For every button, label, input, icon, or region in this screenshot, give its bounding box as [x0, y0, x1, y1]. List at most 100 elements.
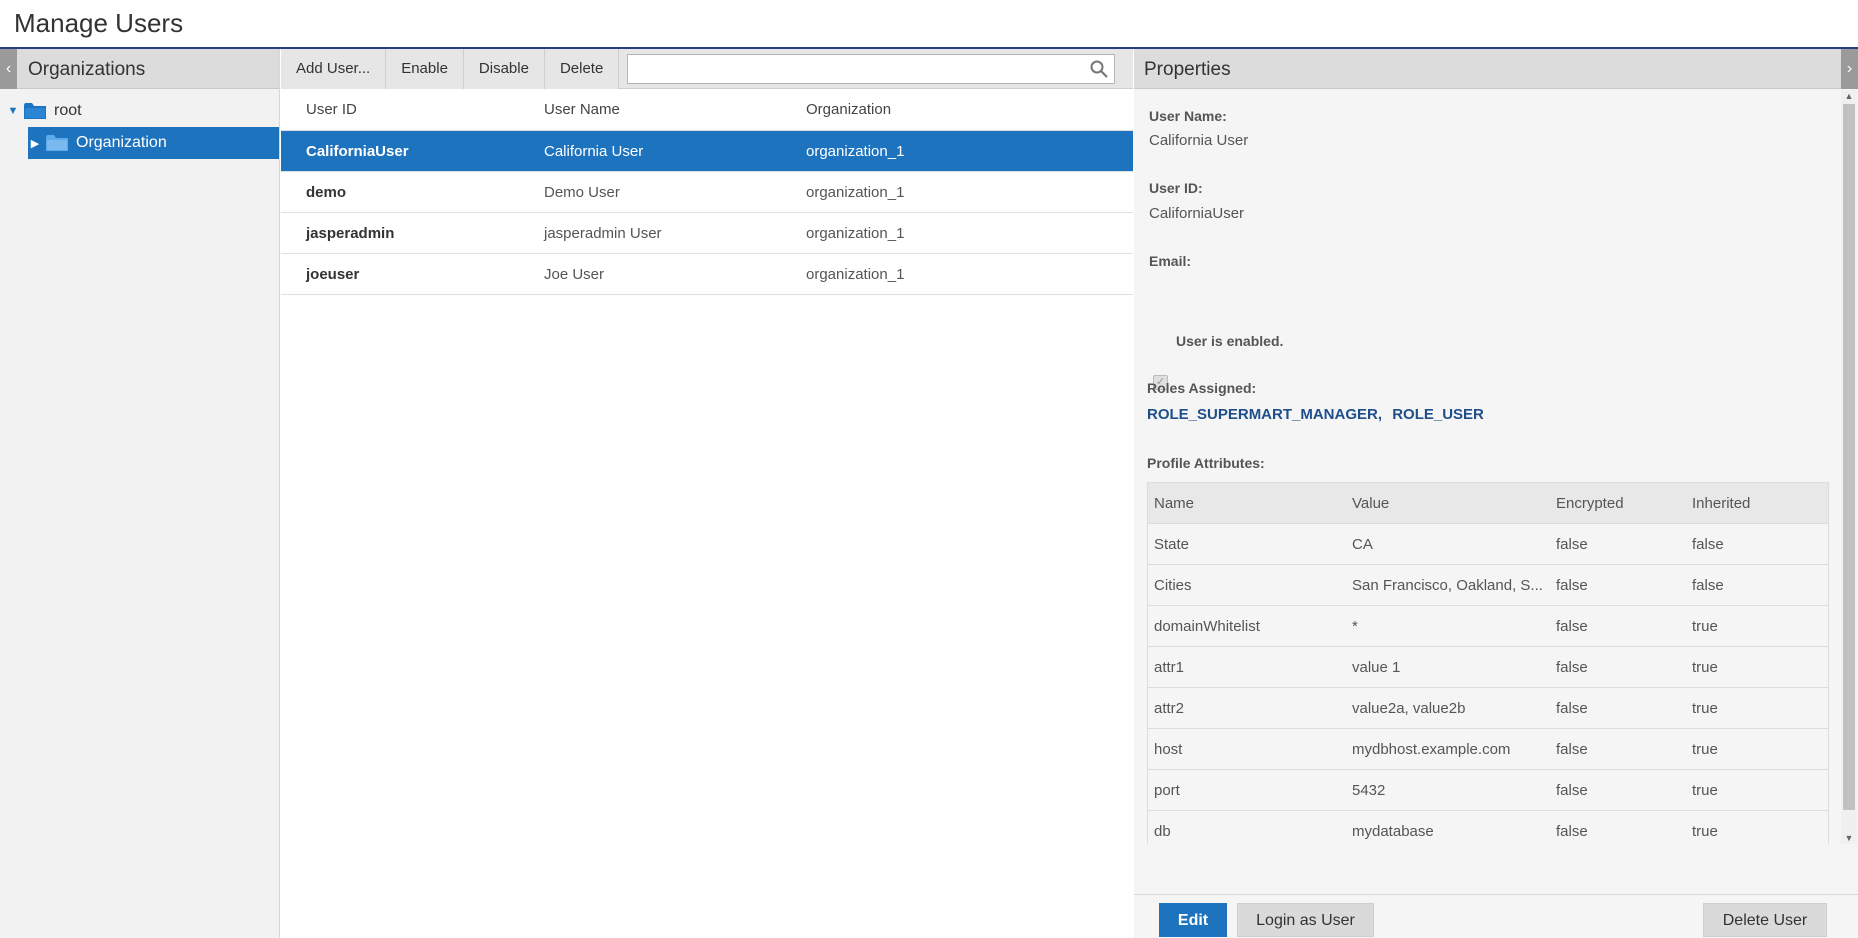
column-header-name: Name — [1154, 494, 1195, 512]
table-row[interactable]: demo Demo User organization_1 — [281, 172, 1133, 213]
attr-encrypted-cell: false — [1556, 658, 1588, 676]
attr-encrypted-cell: false — [1556, 699, 1588, 717]
user-name-cell: California User — [544, 142, 644, 160]
attr-name-cell: db — [1154, 822, 1171, 840]
attr-inherited-cell: true — [1692, 740, 1718, 758]
enable-button[interactable]: Enable — [386, 48, 464, 89]
attr-inherited-cell: false — [1692, 535, 1724, 553]
properties-panel: Properties › User Name: California User … — [1134, 49, 1858, 938]
attr-encrypted-cell: false — [1556, 535, 1588, 553]
properties-footer: Edit Login as User Delete User — [1134, 894, 1858, 938]
scroll-down-arrow-icon[interactable]: ▼ — [1841, 832, 1857, 844]
table-row[interactable]: CaliforniaUser California User organizat… — [281, 131, 1133, 172]
table-row: attr1 value 1 false true — [1148, 647, 1828, 688]
users-list-panel: Add User... Enable Disable Delete User I… — [281, 48, 1133, 938]
properties-scrollbar[interactable]: ▲ ▼ — [1841, 90, 1857, 844]
attr-value-cell: San Francisco, Oakland, S... — [1352, 576, 1543, 594]
search-input[interactable] — [628, 54, 1069, 83]
scrollbar-thumb[interactable] — [1843, 104, 1855, 810]
attr-name-cell: domainWhitelist — [1154, 617, 1260, 635]
attr-encrypted-cell: false — [1556, 576, 1588, 594]
attr-inherited-cell: true — [1692, 822, 1718, 840]
column-header-encrypted: Encrypted — [1556, 494, 1624, 512]
tree-node-organization[interactable]: ▶ Organization — [28, 127, 279, 159]
user-name-cell: Joe User — [544, 265, 605, 283]
table-row[interactable]: jasperadmin jasperadmin User organizatio… — [281, 213, 1133, 254]
organization-cell: organization_1 — [806, 224, 905, 242]
attr-value-cell: mydatabase — [1352, 822, 1434, 840]
attr-name-cell: attr2 — [1154, 699, 1185, 717]
chevron-right-icon[interactable]: › — [1841, 49, 1858, 89]
attr-inherited-cell: true — [1692, 658, 1718, 676]
organization-cell: organization_1 — [806, 265, 905, 283]
table-row: db mydatabase false true — [1148, 811, 1828, 844]
role-link[interactable]: ROLE_USER — [1392, 406, 1484, 423]
column-header-inherited: Inherited — [1692, 494, 1751, 512]
column-header-user-name[interactable]: User Name — [544, 101, 806, 118]
roles-assigned-label: Roles Assigned: — [1147, 380, 1257, 396]
profile-attributes-table: Name Value Encrypted Inherited State CA … — [1147, 482, 1829, 844]
attr-name-cell: State — [1154, 535, 1190, 553]
attr-name-cell: host — [1154, 740, 1183, 758]
table-row: State CA false false — [1148, 524, 1828, 565]
table-row: domainWhitelist * false true — [1148, 606, 1828, 647]
table-row: attr2 value2a, value2b false true — [1148, 688, 1828, 729]
user-id-value: CaliforniaUser — [1149, 205, 1245, 222]
search-box — [627, 53, 1116, 84]
attr-name-cell: port — [1154, 781, 1180, 799]
folder-icon — [24, 103, 46, 119]
attr-inherited-cell: true — [1692, 781, 1718, 799]
tree-node-root[interactable]: ▼ root — [6, 95, 82, 127]
page-title: Manage Users — [14, 8, 184, 38]
disable-button[interactable]: Disable — [463, 48, 545, 89]
attr-encrypted-cell: false — [1556, 740, 1588, 758]
caret-down-icon[interactable]: ▼ — [6, 105, 20, 117]
properties-content: User Name: California User User ID: Cali… — [1134, 90, 1839, 844]
email-label: Email: — [1149, 253, 1192, 269]
tree-node-label: root — [54, 102, 82, 119]
user-id-cell: jasperadmin — [306, 224, 395, 242]
add-user-button[interactable]: Add User... — [281, 48, 387, 89]
users-table-header: User ID User Name Organization — [281, 89, 1133, 131]
chevron-left-icon[interactable]: ‹ — [0, 49, 17, 89]
attr-encrypted-cell: false — [1556, 617, 1588, 635]
caret-right-icon[interactable]: ▶ — [28, 137, 42, 150]
roles-list: ROLE_SUPERMART_MANAGER, ROLE_USER — [1147, 406, 1490, 423]
table-row: Cities San Francisco, Oakland, S... fals… — [1148, 565, 1828, 606]
attributes-table-header: Name Value Encrypted Inherited — [1148, 483, 1828, 524]
attr-name-cell: Cities — [1154, 576, 1192, 594]
user-name-label: User Name: — [1149, 108, 1227, 124]
attr-value-cell: value 1 — [1352, 658, 1401, 676]
search-icon[interactable] — [1090, 60, 1109, 78]
column-header-value: Value — [1352, 494, 1390, 512]
delete-button[interactable]: Delete — [544, 48, 620, 89]
organization-cell: organization_1 — [806, 183, 905, 201]
delete-user-button[interactable]: Delete User — [1703, 903, 1827, 937]
column-header-user-id[interactable]: User ID — [281, 101, 544, 118]
user-name-value: California User — [1149, 132, 1249, 149]
table-row[interactable]: joeuser Joe User organization_1 — [281, 254, 1133, 295]
properties-panel-header: Properties › — [1134, 49, 1858, 89]
user-id-label: User ID: — [1149, 180, 1203, 196]
users-toolbar: Add User... Enable Disable Delete — [281, 48, 1133, 89]
role-link[interactable]: ROLE_SUPERMART_MANAGER, — [1147, 406, 1382, 423]
attr-encrypted-cell: false — [1556, 822, 1588, 840]
user-id-cell: demo — [306, 183, 347, 201]
organizations-panel-title: Organizations — [28, 59, 146, 80]
user-name-cell: Demo User — [544, 183, 620, 201]
profile-attributes-label: Profile Attributes: — [1147, 455, 1265, 471]
login-as-user-button[interactable]: Login as User — [1237, 903, 1374, 937]
edit-button[interactable]: Edit — [1159, 903, 1227, 937]
attr-value-cell: 5432 — [1352, 781, 1386, 799]
user-name-cell: jasperadmin User — [544, 224, 662, 242]
table-row: port 5432 false true — [1148, 770, 1828, 811]
column-header-organization[interactable]: Organization — [806, 101, 1106, 118]
properties-panel-title: Properties — [1144, 59, 1231, 80]
scroll-up-arrow-icon[interactable]: ▲ — [1841, 90, 1857, 102]
attr-inherited-cell: false — [1692, 576, 1724, 594]
attr-encrypted-cell: false — [1556, 781, 1588, 799]
attr-value-cell: value2a, value2b — [1352, 699, 1466, 717]
attr-value-cell: CA — [1352, 535, 1373, 553]
attr-value-cell: mydbhost.example.com — [1352, 740, 1511, 758]
user-id-cell: CaliforniaUser — [306, 142, 409, 160]
